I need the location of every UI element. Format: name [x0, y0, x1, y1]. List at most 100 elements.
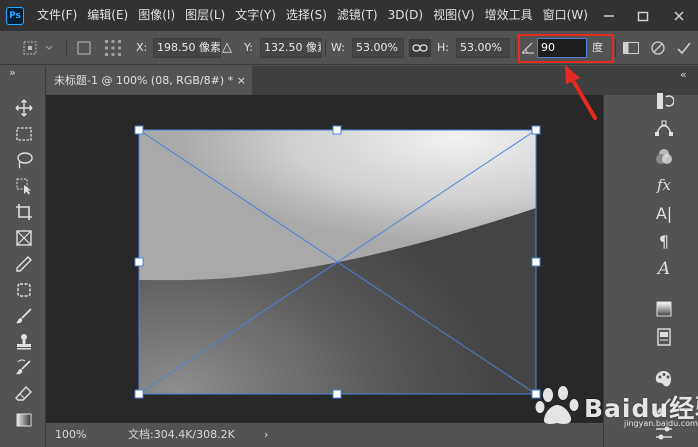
- paths-icon: [655, 120, 673, 136]
- minimize-icon: [604, 14, 614, 17]
- photoshop-logo[interactable]: Ps: [6, 6, 24, 25]
- eraser-tool[interactable]: [13, 383, 35, 405]
- separator: [515, 39, 516, 57]
- fx-icon: fx: [656, 176, 671, 194]
- frame-icon: [16, 230, 32, 246]
- move-icon: [15, 99, 33, 117]
- history-icon: [657, 93, 674, 109]
- history-brush-tool[interactable]: [13, 357, 35, 379]
- baidu-watermark: Baidu经验 jingyan.baidu.com: [532, 383, 698, 429]
- menu-plugins[interactable]: 增效工具: [480, 0, 538, 31]
- object-selection-tool[interactable]: [13, 175, 35, 197]
- layer-image[interactable]: [139, 130, 536, 394]
- menu-image[interactable]: 图像(I): [133, 0, 180, 31]
- status-menu-arrow[interactable]: ›: [264, 423, 268, 447]
- document-tab-title: 未标题-1 @ 100% (08, RGB/8#) *: [54, 74, 234, 87]
- close-icon: [674, 10, 684, 21]
- channels-icon: [656, 149, 672, 164]
- brush-icon: [16, 308, 32, 324]
- eraser-icon: [15, 385, 32, 401]
- separator: [325, 39, 326, 57]
- commit-icon: [677, 42, 691, 55]
- menu-layer[interactable]: 图层(L): [180, 0, 230, 31]
- maximize-button[interactable]: [626, 0, 660, 31]
- healing-brush-tool[interactable]: [13, 279, 35, 301]
- paragraph-panel-button[interactable]: ¶: [652, 230, 676, 252]
- collapse-panel-button[interactable]: »: [9, 66, 16, 80]
- menu-type[interactable]: 文字(Y): [230, 0, 281, 31]
- paw-logo-icon: [535, 386, 579, 424]
- menu-view[interactable]: 视图(V): [428, 0, 480, 31]
- menu-3d[interactable]: 3D(D): [383, 0, 428, 31]
- character-panel-button[interactable]: A|: [652, 202, 676, 224]
- maximize-icon: [637, 11, 649, 21]
- h-label: H:: [437, 41, 449, 54]
- separator: [615, 39, 616, 57]
- transform-preset-icon: [23, 41, 53, 55]
- height-input[interactable]: 53.00%: [456, 38, 510, 58]
- marquee-icon: [16, 127, 32, 141]
- crop-tool[interactable]: [13, 201, 35, 223]
- channels-panel-button[interactable]: [652, 146, 676, 168]
- cancel-transform-button[interactable]: [650, 31, 666, 65]
- glyphs-icon: A: [657, 259, 671, 279]
- marquee-tool[interactable]: [13, 123, 35, 145]
- menu-filter[interactable]: 滤镜(T): [332, 0, 383, 31]
- relative-position-icon[interactable]: △: [222, 31, 232, 65]
- x-label: X:: [136, 41, 148, 54]
- link-proportions-button[interactable]: [408, 31, 432, 65]
- zoom-level[interactable]: 100%: [55, 423, 86, 447]
- menu-file[interactable]: 文件(F): [32, 0, 82, 31]
- warp-icon: [623, 42, 639, 54]
- reference-point-grid[interactable]: [103, 31, 123, 65]
- menu-select[interactable]: 选择(S): [281, 0, 332, 31]
- rotate-angle-input[interactable]: 90: [537, 38, 587, 58]
- reference-point-icon: [105, 40, 121, 56]
- minimize-button[interactable]: [592, 0, 626, 31]
- w-label: W:: [331, 41, 345, 54]
- y-label: Y:: [244, 41, 253, 54]
- warp-mode-button[interactable]: [622, 31, 640, 65]
- transform-tool-preset[interactable]: [22, 31, 56, 65]
- paragraph-icon: ¶: [658, 231, 670, 251]
- lasso-icon: [17, 152, 33, 169]
- styles-panel-button[interactable]: fx: [652, 174, 676, 196]
- checkbox-icon: [77, 41, 91, 55]
- status-bar: 100% 文档:304.4K/308.2K ›: [46, 423, 603, 447]
- eyedropper-icon: [16, 256, 32, 272]
- link-icon: [408, 38, 432, 58]
- eyedropper-tool[interactable]: [13, 253, 35, 275]
- close-window-button[interactable]: [662, 0, 696, 31]
- close-tab-button[interactable]: ×: [237, 66, 246, 95]
- crop-icon: [16, 204, 32, 220]
- collapse-right-button[interactable]: «: [680, 68, 687, 81]
- history-brush-icon: [16, 359, 31, 375]
- properties-icon: [657, 328, 671, 346]
- properties-panel-button[interactable]: [652, 326, 676, 348]
- width-input[interactable]: 53.00%: [352, 38, 404, 58]
- document-info: 文档:304.4K/308.2K: [128, 428, 235, 441]
- gradient-tool[interactable]: [13, 409, 35, 431]
- gradients-panel-button[interactable]: [652, 298, 676, 320]
- object-selection-icon: [16, 178, 31, 195]
- paths-panel-button[interactable]: [652, 118, 676, 140]
- gradient-swatch-icon: [656, 301, 672, 317]
- cancel-icon: [651, 41, 665, 55]
- brush-tool[interactable]: [13, 305, 35, 327]
- healing-brush-icon: [17, 283, 31, 297]
- clone-stamp-icon: [17, 334, 31, 350]
- history-panel-button[interactable]: [652, 90, 676, 112]
- commit-transform-button[interactable]: [676, 31, 692, 65]
- lasso-tool[interactable]: [13, 149, 35, 171]
- frame-tool[interactable]: [13, 227, 35, 249]
- clone-stamp-tool[interactable]: [13, 331, 35, 353]
- glyphs-panel-button[interactable]: A: [652, 258, 676, 280]
- menu-edit[interactable]: 编辑(E): [82, 0, 133, 31]
- menu-window[interactable]: 窗口(W): [538, 0, 593, 31]
- y-position-input[interactable]: 132.50 像素: [260, 38, 322, 58]
- reference-point-checkbox[interactable]: [76, 31, 92, 65]
- move-tool[interactable]: [13, 97, 35, 119]
- x-position-input[interactable]: 198.50 像素: [153, 38, 221, 58]
- character-icon: A|: [655, 203, 673, 223]
- document-tab[interactable]: 未标题-1 @ 100% (08, RGB/8#) * ×: [46, 66, 252, 95]
